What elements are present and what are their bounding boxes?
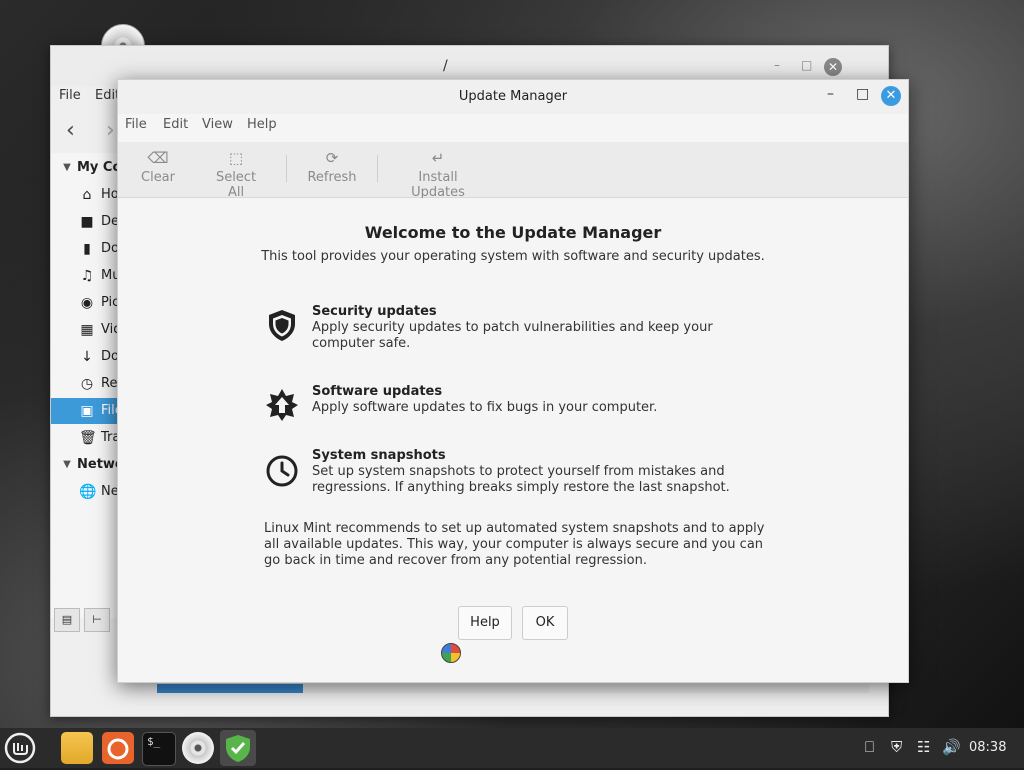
feature-title: Security updates [312,304,437,319]
menu-edit[interactable]: Edit [163,117,188,132]
shield-icon[interactable]: ⛨ [891,738,902,756]
triangle-down-icon: ▼ [63,162,71,173]
close-icon[interactable]: ✕ [824,58,842,76]
refresh-icon: ⟳ [325,149,339,167]
firefox-icon[interactable] [102,732,134,764]
back-arrow-icon[interactable]: ‹ [66,118,75,143]
menu-file[interactable]: File [125,117,147,132]
menu-file[interactable]: File [59,88,81,103]
maximize-icon[interactable]: □ [856,86,869,102]
sidebar-item-recent[interactable]: ◷ Recent [51,371,119,397]
places-toggle-button[interactable]: ▤ [54,608,80,632]
triangle-down-icon: ▼ [63,459,71,470]
camera-icon: ◉ [80,295,94,311]
files-icon[interactable] [61,732,93,764]
shield-icon [226,735,250,762]
volume-icon[interactable]: 🔊 [942,738,961,756]
welcome-title: Welcome to the Update Manager [364,223,662,242]
trash-icon: 🗑 [79,430,97,446]
update-manager-icon[interactable] [220,730,256,766]
file-manager-sidebar: ▼ My Computer ⌂ Home ■ Desktop ▮ Documen… [51,153,120,618]
file-manager-title: / [443,58,448,74]
clock-icon [266,455,298,487]
select-all-button[interactable]: ⬚ Select All [206,148,266,200]
sidebar-item-downloads[interactable]: ↓ Downloads [51,344,119,370]
sidebar-header-network[interactable]: ▼ Network [51,452,119,478]
update-manager-window: Update Manager – □ ✕ File Edit View Help… [117,79,909,683]
clipboard-icon[interactable]: ⎕ [865,738,874,756]
select-all-icon: ⬚ [228,149,244,167]
mint-menu-button[interactable] [4,732,36,764]
welcome-subtitle: This tool provides your operating system… [261,249,765,264]
minimize-icon[interactable]: – [827,86,834,102]
forward-arrow-icon[interactable]: › [106,118,115,143]
sidebar-item-videos[interactable]: ▦ Videos [51,317,119,343]
sidebar-item-file-system[interactable]: ▣ File System [51,398,119,424]
welcome-page: Welcome to the Update Manager This tool … [118,198,908,682]
enter-arrow-icon: ↵ [431,149,445,167]
feature-title: Software updates [312,384,443,399]
install-updates-button[interactable]: ↵ Install Updates [391,148,485,200]
firefox-glyph-icon [107,738,129,760]
toolbar: ⌫ Clear ⬚ Select All ⟳ Refresh ↵ Install… [118,142,908,200]
shield-icon [269,310,295,341]
close-icon[interactable]: ✕ [881,86,901,106]
home-icon: ⌂ [82,187,92,203]
minimize-icon[interactable]: – [774,58,780,72]
terminal-icon[interactable]: $_ [142,732,176,766]
backspace-icon: ⌫ [147,149,169,167]
toolbar-separator [377,155,378,182]
clock[interactable]: 08:38 [969,740,1006,755]
disc-icon[interactable] [182,732,214,764]
film-icon: ▦ [80,322,94,338]
sidebar-item-pictures[interactable]: ◉ Pictures [51,290,119,316]
menu-help[interactable]: Help [247,117,277,132]
clear-button[interactable]: ⌫ Clear [140,148,176,185]
sidebar-item-home[interactable]: ⌂ Home [51,182,119,208]
document-icon: ▮ [83,241,91,257]
update-manager-titlebar[interactable]: Update Manager – □ ✕ [118,80,908,114]
feature-title: System snapshots [312,448,446,463]
sidebar-item-desktop[interactable]: ■ Desktop [51,209,119,235]
taskbar: $_ ⎕ ⛨ ☷ 🔊 08:38 [0,728,1024,768]
sidebar-header-my-computer[interactable]: ▼ My Computer [51,155,119,181]
music-icon: ♫ [80,268,94,284]
progress-bar-fill [157,684,303,693]
feature-description: Apply software updates to fix bugs in yo… [312,400,658,415]
sidebar-item-network[interactable]: 🌐 Network [51,479,119,505]
download-icon: ↓ [81,349,93,365]
drive-icon: ▣ [80,403,94,419]
tree-toggle-button[interactable]: ⊢ [84,608,110,632]
progress-bar [157,684,869,693]
refresh-button[interactable]: ⟳ Refresh [303,148,361,185]
busy-cursor-icon [441,643,461,663]
menu-view[interactable]: View [202,117,233,132]
upgrade-star-icon [266,389,298,421]
ok-button[interactable]: OK [522,606,568,640]
desktop: / – □ ✕ File Edit ‹ › ▼ My Computer ⌂ Ho… [0,0,1024,728]
sidebar-item-documents[interactable]: ▮ Documents [51,236,119,262]
network-icon[interactable]: ☷ [917,738,930,756]
mint-menu-icon [4,732,36,764]
help-button[interactable]: Help [458,606,512,640]
toolbar-separator [286,155,287,182]
clock-icon: ◷ [80,376,94,392]
desktop-icon: ■ [80,214,94,230]
sidebar-item-trash[interactable]: 🗑 Trash [51,425,119,451]
feature-description: Set up system snapshots to protect yours… [312,464,730,495]
globe-icon: 🌐 [79,484,97,500]
recommendation-text: Linux Mint recommends to set up automate… [264,521,765,568]
sidebar-item-music[interactable]: ♫ Music [51,263,119,289]
feature-description: Apply security updates to patch vulnerab… [312,320,713,351]
window-title: Update Manager [458,89,568,104]
maximize-icon[interactable]: □ [801,58,812,72]
